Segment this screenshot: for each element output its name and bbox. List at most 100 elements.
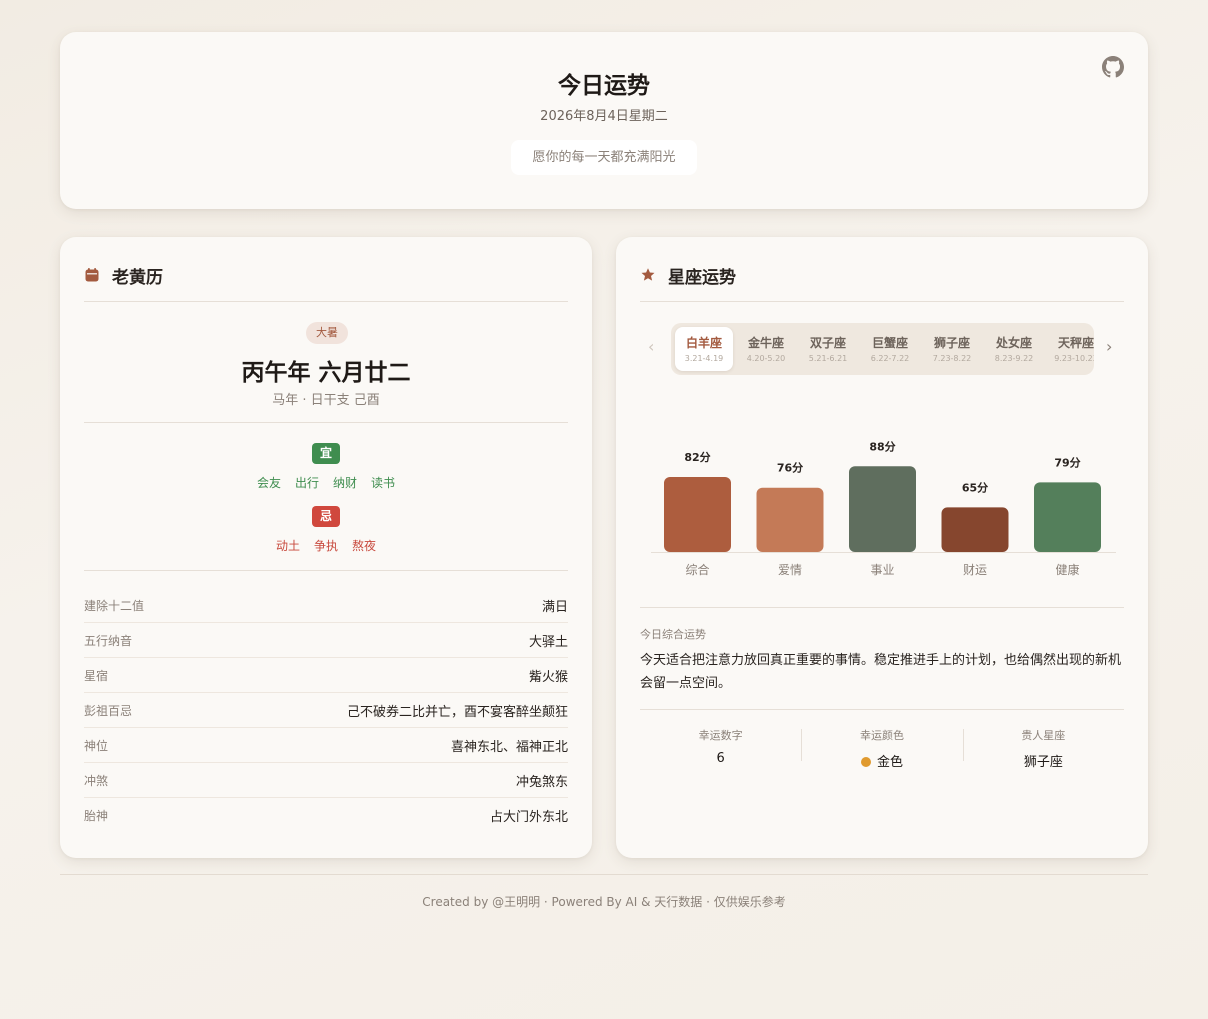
almanac-card: 老黄历 大暑 丙午年 六月廿二 马年 · 日干支 己酉 宜 会友 出行 纳财 读书 忌… — [60, 237, 592, 858]
horoscope-title: 星座运势 — [668, 267, 736, 288]
header-card: 今日运势 2026年8月4日星期二 愿你的每一天都充满阳光 — [60, 32, 1148, 209]
chart-category-label: 事业 — [870, 563, 894, 577]
lucky-color-label: 幸运颜色 — [859, 729, 904, 742]
chart-value-label: 76分 — [777, 461, 803, 475]
chart-value-label: 82分 — [684, 450, 710, 464]
divider — [640, 607, 1124, 608]
zodiac-tab-libra[interactable]: 天秤座 9.23-10.23 — [1047, 327, 1094, 371]
yi-badge: 宜 — [312, 443, 340, 464]
ji-item: 熬夜 — [352, 539, 377, 553]
chart-category-label: 健康 — [1055, 562, 1079, 577]
zodiac-name: 天秤座 — [1057, 336, 1094, 350]
lucky-number-cell: 幸运数字 6 — [640, 721, 801, 769]
solar-term-badge: 大暑 — [306, 322, 348, 344]
lucky-row: 幸运数字 6 幸运颜色 金色 贵人星座 狮子座 — [640, 721, 1124, 770]
zodiac-name: 巨蟹座 — [871, 336, 908, 350]
chart-bar — [756, 487, 824, 552]
info-key: 冲煞 — [84, 773, 109, 788]
info-key: 胎神 — [84, 809, 109, 823]
lucky-color-cell: 幸运颜色 金色 — [801, 721, 962, 770]
zodiac-tab-gemini[interactable]: 双子座 5.21-6.21 — [799, 327, 857, 371]
motto-pill: 愿你的每一天都充满阳光 — [511, 140, 697, 175]
info-row: 彭祖百忌 己不破券二比并亡，酉不宴客醉坐颠狂 — [84, 693, 568, 728]
yi-item: 纳财 — [333, 476, 358, 490]
info-row: 胎神 占大门外东北 — [84, 798, 568, 833]
info-value: 大驿土 — [528, 634, 568, 650]
ji-badge: 忌 — [312, 506, 340, 527]
zodiac-dates: 3.21-4.19 — [684, 354, 724, 363]
info-key: 建除十二值 — [84, 598, 145, 613]
zodiac-dates: 5.21-6.21 — [808, 354, 848, 363]
yi-list: 会友 出行 纳财 读书 — [60, 474, 592, 491]
lunar-date: 丙午年 六月廿二 — [241, 360, 411, 386]
lucky-color: 金色 — [801, 751, 962, 770]
lucky-number: 6 — [716, 751, 725, 766]
zodiac-tab-taurus[interactable]: 金牛座 4.20-5.20 — [737, 327, 795, 371]
star-icon — [641, 268, 655, 281]
chart-bar — [849, 466, 916, 552]
zodiac-dates: 4.20-5.20 — [746, 354, 786, 363]
info-row: 神位 喜神东北、福神正北 — [84, 728, 568, 763]
chevron-right-icon[interactable]: › — [1106, 337, 1112, 356]
divider — [84, 422, 568, 423]
lucky-star: 狮子座 — [1023, 755, 1063, 770]
lucky-star-cell: 贵人星座 狮子座 — [962, 721, 1124, 770]
horoscope-header: 星座运势 — [640, 263, 736, 288]
info-row: 五行纳音 大驿土 — [84, 623, 568, 658]
date-label: 2026年8月4日星期二 — [540, 109, 668, 124]
lucky-star-label: 贵人星座 — [1021, 729, 1066, 742]
info-row: 冲煞 冲兔煞东 — [84, 763, 568, 798]
almanac-title: 老黄历 — [112, 267, 163, 288]
info-value: 满日 — [541, 599, 568, 615]
footer-divider — [60, 874, 1148, 875]
zodiac-tab-cancer[interactable]: 巨蟹座 6.22-7.22 — [861, 327, 919, 371]
zodiac-dates: 9.23-10.23 — [1054, 354, 1094, 363]
info-key: 彭祖百忌 — [84, 703, 133, 718]
zodiac-tabs: 白羊座 3.21-4.19 金牛座 4.20-5.20 双子座 5.21-6.21 巨… — [671, 323, 1094, 375]
zodiac-name: 双子座 — [809, 336, 846, 350]
zodiac-dates: 6.22-7.22 — [870, 354, 910, 363]
page-title: 今日运势 — [558, 73, 650, 99]
almanac-header: 老黄历 — [84, 263, 163, 288]
zodiac-tab-leo[interactable]: 狮子座 7.23-8.22 — [923, 327, 981, 371]
footer-text: Created by @王明明 · Powered By AI & 天行数据 ·… — [422, 895, 786, 909]
info-row: 星宿 觜火猴 — [84, 658, 568, 693]
calendar-icon — [85, 268, 99, 282]
almanac-info-list: 建除十二值 满日 五行纳音 大驿土 星宿 觜火猴 彭祖百忌 己不破券二比并亡，酉不宴客醉… — [84, 588, 568, 833]
divider — [640, 709, 1124, 710]
info-value: 己不破券二比并亡，酉不宴客醉坐颠狂 — [346, 704, 568, 720]
summary-text: 今天适合把注意力放回真正重要的事情。稳定推进手上的计划，也给偶然出现的新机会留一… — [640, 653, 1122, 691]
color-dot-icon — [860, 757, 871, 767]
zodiac-name: 处女座 — [995, 336, 1032, 350]
divider — [84, 570, 568, 571]
info-value: 觜火猴 — [528, 669, 568, 685]
lucky-color-value: 金色 — [876, 755, 903, 770]
zodiac-name: 金牛座 — [747, 336, 784, 350]
info-value: 冲兔煞东 — [515, 774, 568, 790]
info-key: 五行纳音 — [84, 633, 133, 648]
fortune-bar-chart: 82分综合 76分爱情 88分事业 65分财运 79分健康 — [651, 439, 1116, 577]
zodiac-name: 白羊座 — [685, 336, 722, 350]
zodiac-tab-aries[interactable]: 白羊座 3.21-4.19 — [675, 327, 733, 371]
chevron-left-icon[interactable]: ‹ — [648, 337, 654, 356]
zodiac-dates: 7.23-8.22 — [932, 354, 972, 363]
yi-item: 会友 — [256, 476, 281, 490]
summary-label: 今日综合运势 — [640, 628, 706, 641]
chart-bar — [941, 507, 1009, 552]
chart-category-label: 爱情 — [778, 563, 802, 577]
chart-bar — [664, 477, 731, 552]
zodiac-tab-virgo[interactable]: 处女座 8.23-9.22 — [985, 327, 1043, 371]
ji-item: 动土 — [275, 539, 300, 553]
chart-value-label: 79分 — [1054, 455, 1080, 469]
github-icon[interactable] — [1102, 56, 1124, 78]
info-key: 星宿 — [84, 668, 109, 683]
chart-category-label: 综合 — [685, 562, 709, 577]
divider — [84, 301, 568, 302]
yi-item: 读书 — [371, 476, 396, 490]
chart-bar — [1034, 482, 1101, 552]
chart-value-label: 88分 — [869, 439, 895, 453]
yi-item: 出行 — [294, 476, 319, 490]
info-row: 建除十二值 满日 — [84, 588, 568, 623]
ji-item: 争执 — [313, 539, 338, 553]
lucky-number-label: 幸运数字 — [698, 729, 743, 742]
